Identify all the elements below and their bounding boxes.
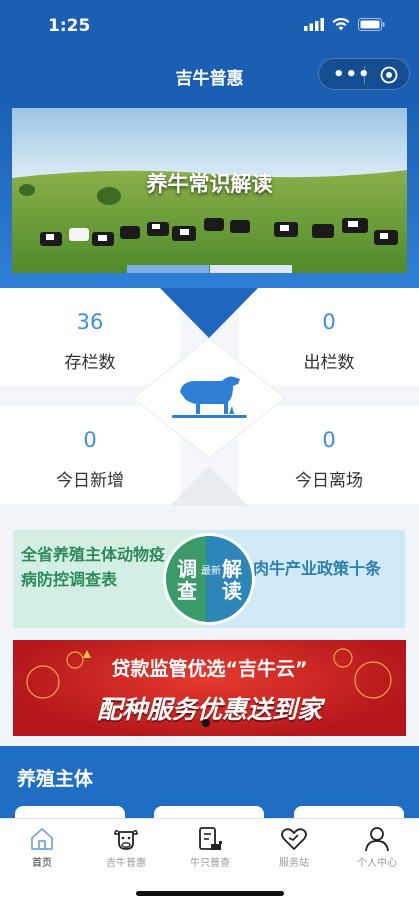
badge-survey-text: 调查 <box>177 557 197 603</box>
tab-cattle-census[interactable]: 牛只普查 <box>168 819 252 879</box>
tab-jiniu-puhui[interactable]: 吉牛普惠 <box>84 819 168 879</box>
nav-bar: 吉牛普惠 ••• <box>0 52 419 98</box>
user-icon <box>365 827 389 852</box>
policy-card-title: 肉牛产业政策十条 <box>253 559 382 578</box>
survey-card-title: 全省养殖主体动物疫病防控调查表 <box>21 545 166 589</box>
home-indicator <box>136 891 284 896</box>
tab-home[interactable]: 首页 <box>0 819 84 879</box>
badge-latest-text: 最新 <box>201 566 221 577</box>
wifi-icon <box>332 18 350 31</box>
tab-label: 首页 <box>32 858 52 869</box>
heart-icon <box>281 828 307 850</box>
banner-title: 养牛常识解读 <box>146 172 273 196</box>
tab-service-station[interactable]: 服务站 <box>252 819 336 879</box>
tab-label: 吉牛普惠 <box>106 858 146 869</box>
cow-icon <box>114 830 138 850</box>
carousel-indicator-active <box>127 265 209 273</box>
farming-subject-section: 养殖主体 <box>0 746 419 836</box>
ad-line-1: 贷款监管优选“吉牛云” <box>111 658 308 680</box>
miniprogram-capsule: ••• <box>318 58 410 90</box>
status-bar: 1:25 <box>0 0 419 52</box>
stats-diamond-decor <box>132 288 286 506</box>
status-icons <box>304 18 385 31</box>
tab-profile[interactable]: 个人中心 <box>335 819 419 879</box>
tab-label: 牛只普查 <box>190 858 230 869</box>
latest-badge: 调查 最新 解读 <box>163 533 255 625</box>
status-time: 1:25 <box>48 16 91 36</box>
carousel-indicator <box>210 265 292 273</box>
tab-label: 个人中心 <box>357 858 397 869</box>
capsule-divider <box>364 66 365 84</box>
signal-icon <box>304 18 324 31</box>
ad-carousel-dot <box>202 719 210 727</box>
close-target-icon[interactable] <box>380 66 398 84</box>
tab-label: 服务站 <box>279 858 309 869</box>
survey-icon <box>199 827 222 850</box>
section-title: 养殖主体 <box>17 768 94 790</box>
banner-carousel[interactable]: 养牛常识解读 <box>12 108 407 273</box>
promo-panel: 全省养殖主体动物疫病防控调查表 肉牛产业政策十条 调查 最新 解读 <box>13 530 405 628</box>
badge-interpret-text: 解读 <box>222 557 242 603</box>
home-icon <box>31 828 53 850</box>
stats-panel: 36 存栏数 0 出栏数 0 今日新增 0 今日离场 <box>0 288 419 508</box>
battery-icon <box>358 18 385 31</box>
